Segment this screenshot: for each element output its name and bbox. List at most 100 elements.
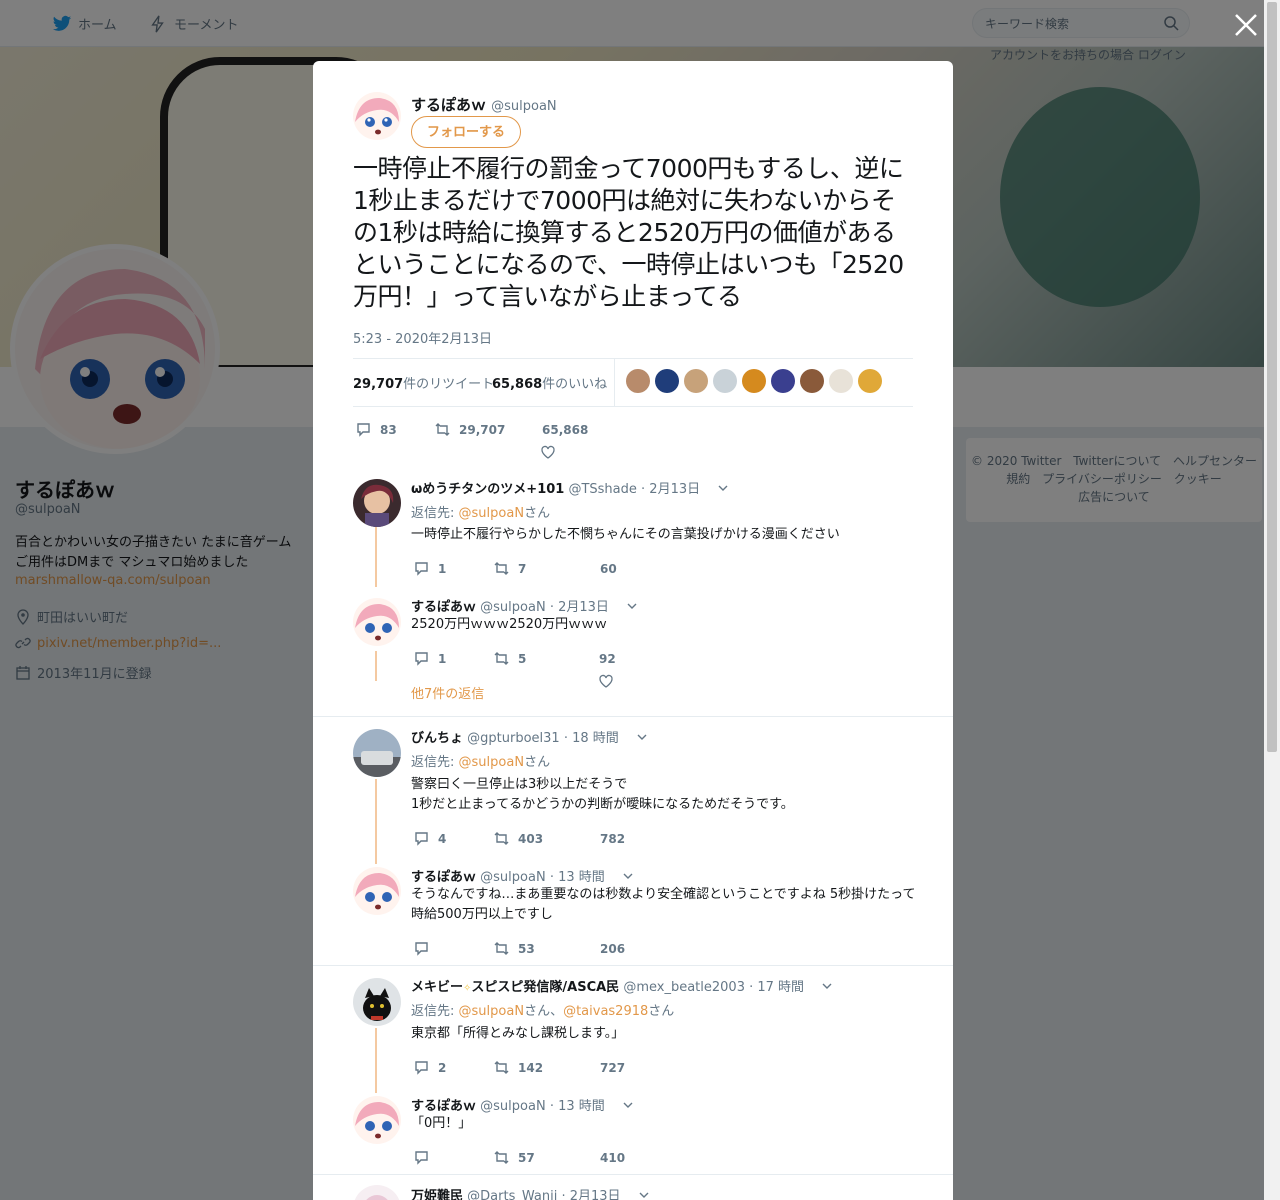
reply-name[interactable]: びんちょ — [411, 731, 463, 746]
reply-to-mention[interactable]: @sulpoaN — [459, 755, 525, 770]
retweet-action[interactable]: 142 — [493, 1059, 543, 1076]
thread-connector — [375, 527, 377, 587]
reply-handle[interactable]: @sulpoaN — [480, 600, 546, 615]
liker-avatar[interactable] — [829, 369, 853, 393]
reply-handle[interactable]: @sulpoaN — [480, 870, 546, 885]
retweet-action[interactable]: 29,707 — [434, 421, 505, 438]
like-stat[interactable]: 65,868件のいいね — [492, 373, 607, 392]
reply-to-label: 返信先: — [411, 755, 455, 770]
main-tweet-author[interactable]: するぽあｗ @sulpoaN — [411, 94, 557, 115]
like-action[interactable]: 410 — [600, 1151, 625, 1165]
chevron-down-icon[interactable] — [718, 483, 728, 493]
liker-avatar[interactable] — [771, 369, 795, 393]
reply-count: 1 — [438, 651, 447, 666]
reply-name[interactable]: するぽあｗ — [411, 870, 476, 885]
reply-avatar[interactable] — [353, 978, 401, 1026]
liker-avatar[interactable] — [858, 369, 882, 393]
retweet-count: 53 — [518, 941, 535, 956]
reply-handle[interactable]: @TSshade — [568, 482, 636, 497]
chevron-down-icon[interactable] — [639, 1190, 649, 1200]
tweet-modal: するぽあｗ @sulpoaN フォローする 一時停止不履行の罰金って7000円も… — [313, 61, 953, 1200]
reply-name[interactable]: メキビー — [411, 980, 463, 995]
reply-handle[interactable]: @Darts_Wanji — [467, 1189, 557, 1200]
reply-action[interactable]: 1 — [413, 650, 446, 667]
reply-name[interactable]: 万姫難民 — [411, 1189, 463, 1200]
liker-avatar[interactable] — [742, 369, 766, 393]
scrollbar-thumb[interactable] — [1267, 2, 1277, 752]
chevron-down-icon[interactable] — [627, 601, 637, 611]
reply-icon — [415, 652, 428, 666]
reply-time[interactable]: · 18 時間 — [564, 731, 619, 746]
page-scrollbar[interactable] — [1264, 0, 1280, 1200]
reply-handle[interactable]: @sulpoaN — [480, 1099, 546, 1114]
reply-name[interactable]: するぽあｗ — [411, 600, 476, 615]
retweet-action[interactable]: 53 — [493, 940, 535, 957]
liker-avatar[interactable] — [800, 369, 824, 393]
reply-time[interactable]: · 2月13日 — [561, 1189, 620, 1200]
reply-avatar[interactable] — [353, 479, 401, 527]
reply-avatar[interactable] — [353, 729, 401, 777]
liker-avatar[interactable] — [684, 369, 708, 393]
like-action[interactable]: 60 — [600, 562, 617, 576]
chevron-down-icon[interactable] — [623, 871, 633, 881]
reply-name[interactable]: するぽあｗ — [411, 1099, 476, 1114]
reply-avatar[interactable] — [353, 598, 401, 646]
reply-action[interactable]: 4 — [413, 830, 446, 847]
reply-name-suffix[interactable]: スピスピ発信隊/ASCA民 — [471, 980, 619, 995]
reply-header: 万姫難民 @Darts_Wanji · 2月13日 — [411, 1185, 649, 1200]
more-replies-link[interactable]: 他7件の返信 — [411, 683, 484, 702]
author-avatar[interactable] — [353, 92, 401, 140]
reply-action[interactable]: 83 — [355, 421, 397, 438]
chevron-down-icon[interactable] — [623, 1100, 633, 1110]
reply-time[interactable]: · 2月13日 — [550, 600, 609, 615]
retweet-action[interactable]: 403 — [493, 830, 543, 847]
retweet-icon — [494, 652, 509, 665]
like-action[interactable]: 65,868 — [542, 423, 588, 437]
heart-icon[interactable] — [598, 673, 614, 689]
reply-header: ωめうチタンのツメ+101 @TSshade · 2月13日 — [411, 478, 728, 497]
like-action[interactable]: 782 — [600, 832, 625, 846]
close-icon[interactable] — [1233, 12, 1259, 38]
reply-count: 2 — [438, 1060, 447, 1075]
liker-avatar[interactable] — [655, 369, 679, 393]
follow-button[interactable]: フォローする — [411, 116, 521, 148]
like-action[interactable]: 92 — [599, 652, 616, 666]
reply-to-mention-2[interactable]: @taivas2918 — [563, 1004, 648, 1019]
avatar-photo — [353, 729, 401, 777]
reply-icon — [415, 1151, 428, 1165]
reply-time[interactable]: · 17 時間 — [749, 980, 804, 995]
reply-action[interactable]: 2 — [413, 1059, 446, 1076]
retweet-action[interactable]: 7 — [493, 560, 526, 577]
reply-text-line: 1秒だと止まってるかどうかの判断が曖昧になるためだそうです。 — [411, 797, 794, 812]
reply-action[interactable] — [413, 1149, 438, 1166]
reply-avatar[interactable] — [353, 1185, 401, 1200]
reply-handle[interactable]: @mex_beatle2003 — [623, 980, 745, 995]
reply-to-mention[interactable]: @sulpoaN — [459, 1004, 525, 1019]
like-action[interactable]: 206 — [600, 942, 625, 956]
like-count: 727 — [600, 1061, 626, 1075]
liker-avatar[interactable] — [626, 369, 650, 393]
reply-to-suffix: さん — [524, 506, 551, 521]
reply-time[interactable]: · 13 時間 — [550, 870, 605, 885]
retweet-action[interactable]: 57 — [493, 1149, 535, 1166]
reply-time[interactable]: · 2月13日 — [641, 482, 700, 497]
reply-action[interactable]: 1 — [413, 560, 446, 577]
reply-time[interactable]: · 13 時間 — [550, 1099, 605, 1114]
reply-to-mention[interactable]: @sulpoaN — [459, 506, 525, 521]
reply-avatar[interactable] — [353, 867, 401, 915]
retweet-stat[interactable]: 29,707件のリツイート — [353, 373, 494, 392]
reply-action[interactable] — [413, 940, 438, 957]
retweet-action[interactable]: 5 — [493, 650, 526, 667]
heart-icon[interactable] — [540, 444, 556, 460]
liker-avatar[interactable] — [713, 369, 737, 393]
reply-header: するぽあｗ @sulpoaN · 13 時間 — [411, 1095, 633, 1114]
main-tweet-time[interactable]: 5:23 - 2020年2月13日 — [353, 328, 492, 347]
reply-name[interactable]: ωめうチタンのツメ+101 — [411, 482, 564, 497]
chevron-down-icon[interactable] — [637, 732, 647, 742]
like-count: 782 — [600, 832, 626, 846]
stats-divider — [614, 359, 615, 406]
chevron-down-icon[interactable] — [822, 981, 832, 991]
like-action[interactable]: 727 — [600, 1061, 625, 1075]
reply-handle[interactable]: @gpturboel31 — [467, 731, 560, 746]
reply-avatar[interactable] — [353, 1096, 401, 1144]
